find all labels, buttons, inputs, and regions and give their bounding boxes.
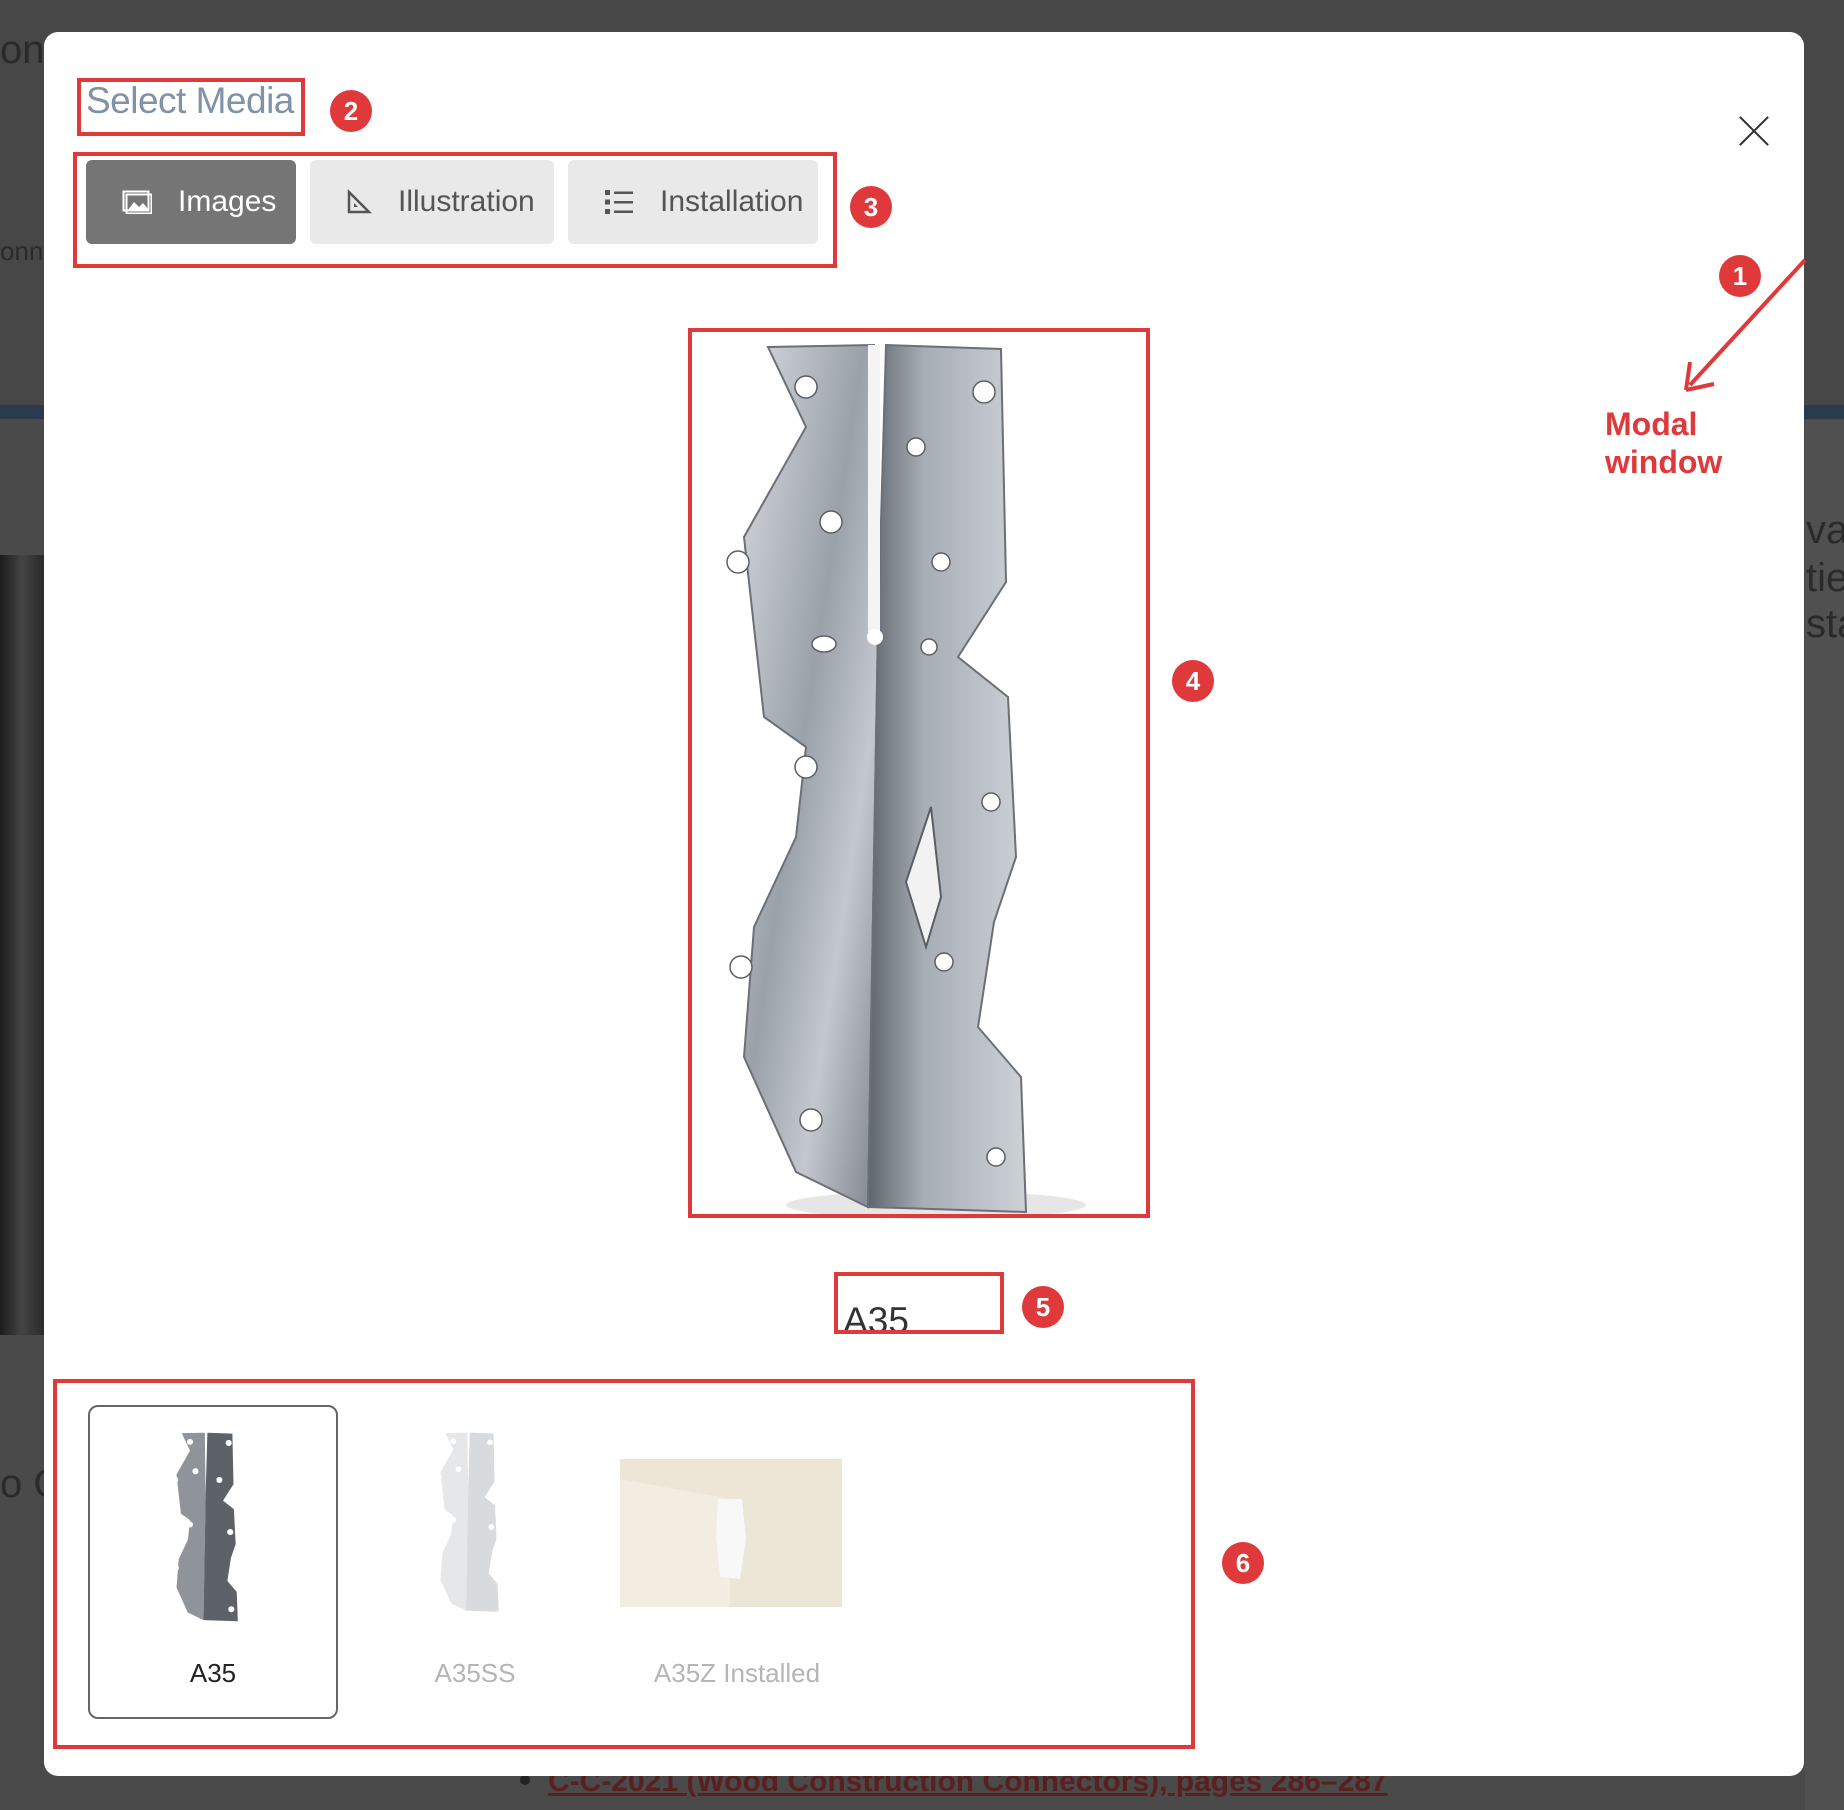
annotation-box [53,1379,1195,1749]
close-icon[interactable] [1729,107,1779,157]
background-text-fragment: va [1806,508,1844,552]
annotation-box [77,78,305,136]
annotation-badge: 4 [1172,660,1214,702]
bullet [520,1775,530,1785]
background-text-fragment: stal [1806,602,1844,646]
annotation-box [688,328,1150,1218]
annotation-badge: 3 [850,186,892,228]
annotation-badge: 5 [1022,1286,1064,1328]
background-text-fragment: ties [1806,556,1844,600]
annotation-badge: 2 [330,90,372,132]
annotation-box [834,1272,1004,1334]
background-product-image [0,555,44,1335]
annotation-badge: 6 [1222,1542,1264,1584]
annotation-box [73,152,837,268]
annotation-label: Modal window [1605,406,1723,480]
annotation-arrow [1684,258,1807,392]
background-text-fragment: onn [0,236,44,266]
